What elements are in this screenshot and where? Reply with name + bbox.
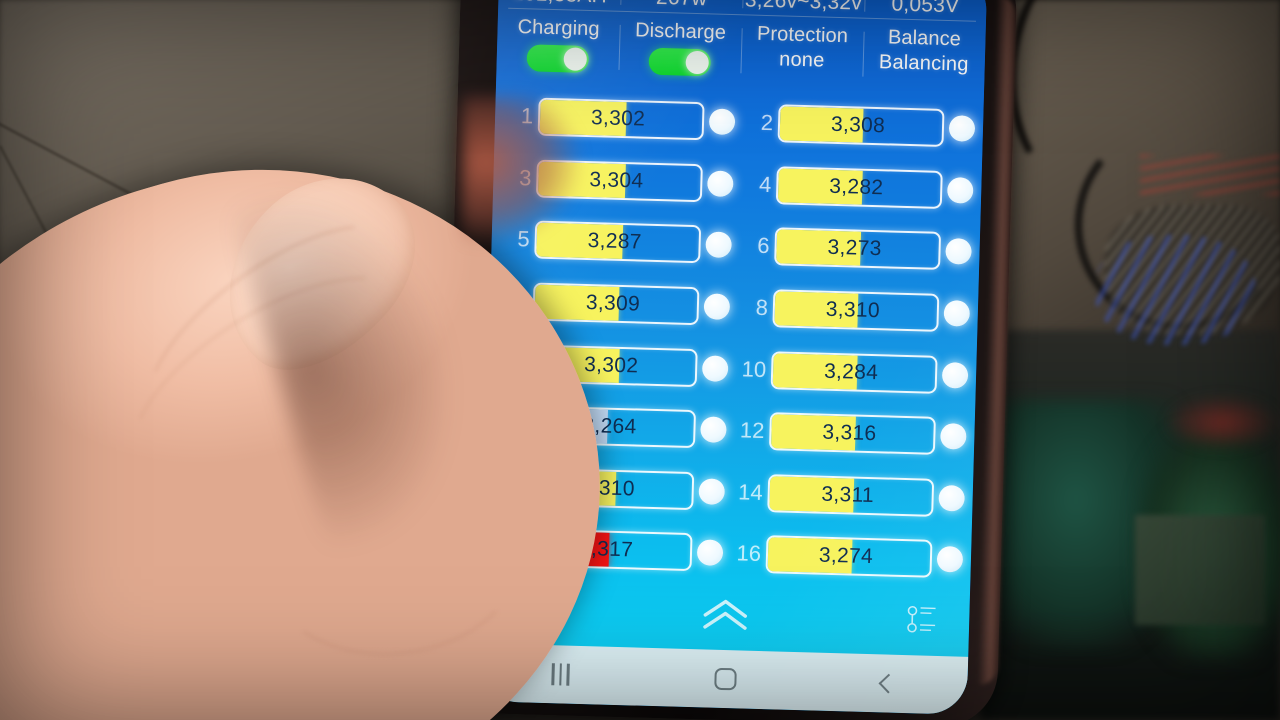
cell-voltage-bar: 3,273 bbox=[774, 227, 942, 271]
cell-row[interactable]: 6 3,273 bbox=[737, 215, 975, 283]
cell-balance-indicator bbox=[703, 293, 731, 321]
cell-voltage-bar: 3,316 bbox=[768, 412, 936, 455]
cell-balance-indicator bbox=[936, 546, 964, 573]
cell-voltage-bar: 3,304 bbox=[535, 159, 703, 203]
cell-balance-indicator bbox=[948, 115, 976, 143]
control-balance: Balance Balancing bbox=[862, 26, 985, 84]
charging-toggle-knob bbox=[563, 46, 588, 71]
cell-voltage-bar: 3,287 bbox=[534, 221, 702, 264]
cell-number: 4 bbox=[758, 171, 772, 198]
cell-number: 3 bbox=[518, 165, 532, 191]
cell-voltage-value: 3,287 bbox=[587, 229, 643, 255]
cell-balance-indicator bbox=[941, 361, 969, 389]
cell-balance-indicator bbox=[945, 238, 972, 266]
cell-number: 12 bbox=[739, 417, 765, 444]
recents-icon[interactable] bbox=[551, 663, 570, 686]
stat-range: Range 3,26v~3,32v bbox=[742, 0, 865, 16]
control-discharge-label: Discharge bbox=[634, 19, 727, 44]
cell-balance-indicator bbox=[708, 108, 736, 136]
node-list-icon[interactable] bbox=[905, 603, 940, 643]
stat-diff: Diff 0,053V bbox=[864, 0, 987, 19]
cell-balance-indicator bbox=[946, 176, 974, 204]
cell-row[interactable]: 1 3,302 bbox=[500, 85, 738, 153]
stat-power-value: 267w bbox=[622, 0, 741, 12]
cell-balance-indicator bbox=[943, 300, 971, 327]
background-wire-blue bbox=[1095, 235, 1255, 345]
cell-number: 14 bbox=[737, 479, 764, 505]
header-controls: Charging Discharge Protection none Balan… bbox=[496, 8, 986, 92]
stat-range-value: 3,26v~3,32v bbox=[744, 0, 863, 15]
cell-number: 5 bbox=[517, 226, 531, 252]
control-protection-label: Protection bbox=[756, 22, 849, 48]
charging-toggle[interactable] bbox=[526, 43, 590, 73]
cell-voltage-value: 3,310 bbox=[825, 297, 881, 323]
cell-number: 2 bbox=[760, 110, 774, 136]
discharge-toggle[interactable] bbox=[648, 47, 712, 76]
cell-voltage-value: 3,302 bbox=[590, 106, 646, 131]
background-wire-red bbox=[1140, 155, 1280, 195]
control-balance-label: Balance bbox=[887, 26, 962, 51]
cell-voltage-value: 3,308 bbox=[830, 113, 886, 138]
cell-voltage-value: 3,274 bbox=[818, 543, 874, 569]
cell-number: 6 bbox=[757, 233, 770, 259]
cell-balance-indicator bbox=[706, 170, 734, 197]
control-discharge[interactable]: Discharge bbox=[618, 19, 741, 77]
cell-balance-indicator bbox=[940, 423, 967, 450]
cell-balance-indicator bbox=[698, 477, 726, 505]
cell-voltage-bar: 3,308 bbox=[777, 104, 945, 148]
cell-voltage-value: 3,309 bbox=[585, 291, 641, 316]
cell-row[interactable]: 16 3,274 bbox=[728, 523, 966, 591]
cell-voltage-bar: 3,284 bbox=[770, 350, 938, 394]
cell-number: 10 bbox=[741, 355, 767, 382]
cell-row[interactable]: 10 3,284 bbox=[733, 338, 971, 406]
cell-row[interactable]: 14 3,311 bbox=[730, 461, 968, 529]
cell-voltage-bar: 3,282 bbox=[775, 166, 943, 209]
cell-voltage-value: 3,284 bbox=[823, 359, 879, 384]
cell-voltage-value: 3,304 bbox=[589, 167, 644, 193]
control-protection-status: none bbox=[778, 47, 825, 72]
cell-number: 1 bbox=[520, 103, 534, 129]
control-charging[interactable]: Charging bbox=[496, 15, 619, 73]
cell-number: 8 bbox=[755, 294, 769, 321]
cell-voltage-bar: 3,309 bbox=[532, 282, 700, 326]
cell-voltage-value: 3,316 bbox=[822, 420, 877, 446]
stat-diff-value: 0,053V bbox=[891, 0, 960, 18]
cell-row[interactable]: 3 3,304 bbox=[499, 147, 737, 215]
cell-row[interactable]: 4 3,282 bbox=[738, 153, 976, 221]
cell-balance-indicator bbox=[938, 484, 966, 512]
background-circuit-board bbox=[1135, 515, 1265, 625]
home-icon[interactable] bbox=[713, 667, 737, 691]
cell-row[interactable]: 2 3,308 bbox=[740, 92, 978, 160]
back-icon[interactable] bbox=[878, 673, 898, 694]
double-chevron-up-icon[interactable] bbox=[699, 596, 752, 638]
cell-row[interactable]: 12 3,316 bbox=[732, 400, 970, 468]
discharge-toggle-knob bbox=[685, 50, 710, 74]
cell-number: 16 bbox=[736, 540, 762, 567]
cell-voltage-bar: 3,302 bbox=[537, 97, 705, 141]
photo-scene: Remaining 131,38AH Power 267w Range 3,26… bbox=[0, 0, 1280, 720]
cell-voltage-bar: 3,310 bbox=[772, 289, 940, 332]
cell-voltage-value: 3,273 bbox=[827, 236, 882, 261]
control-balance-status: Balancing bbox=[878, 50, 969, 76]
control-protection: Protection none bbox=[740, 22, 863, 80]
cell-voltage-bar: 3,274 bbox=[765, 535, 933, 578]
cell-balance-indicator bbox=[700, 416, 727, 444]
cell-voltage-value: 3,311 bbox=[821, 482, 875, 507]
cell-row[interactable]: 8 3,310 bbox=[735, 276, 973, 344]
cell-balance-indicator bbox=[696, 539, 724, 567]
cell-balance-indicator bbox=[705, 231, 732, 259]
control-charging-label: Charging bbox=[517, 16, 600, 41]
cell-balance-indicator bbox=[701, 354, 729, 382]
background-red-element bbox=[1165, 395, 1280, 450]
cell-voltage-value: 3,282 bbox=[828, 174, 884, 200]
cell-voltage-bar: 3,311 bbox=[767, 473, 935, 517]
cell-row[interactable]: 5 3,287 bbox=[497, 208, 735, 276]
